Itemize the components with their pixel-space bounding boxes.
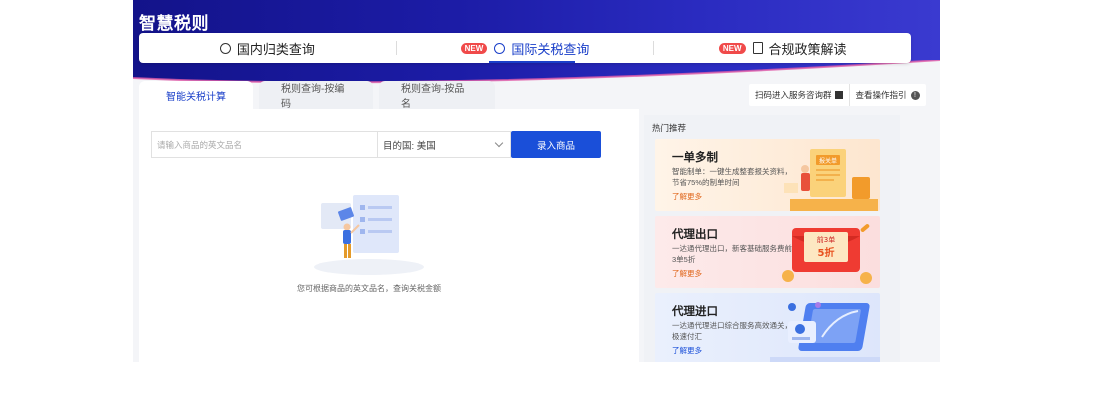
destination-label: 目的国: [383, 140, 415, 152]
scan-group-link[interactable]: 扫码进入服务咨询群 [749, 84, 850, 106]
top-navigation: 国内归类查询 NEW 国际关税查询 NEW 合规政策解读 [139, 33, 911, 63]
guide-bar: 扫码进入服务咨询群 查看操作指引 ! [749, 84, 926, 106]
new-badge: NEW [460, 42, 488, 54]
globe-icon [219, 42, 231, 54]
nav-international-tariff[interactable]: NEW 国际关税查询 [397, 33, 654, 63]
learn-more-link[interactable]: 了解更多 [672, 191, 702, 202]
add-product-button[interactable]: 录入商品 [511, 131, 601, 158]
brand-title: 智慧税则 [139, 14, 209, 33]
recommendation-title: 热门推荐 [652, 123, 687, 133]
tab-smart-tariff[interactable]: 智能关税计算 [139, 81, 253, 109]
search-bar: 请输入商品的英文品名 目的国: 美国 录入商品 [151, 131, 601, 158]
card-tag: 5折 [818, 246, 835, 259]
globe-icon [494, 42, 506, 54]
empty-state-text: 您可根据商品的英文品名，查询关税金额 [297, 284, 441, 293]
promo-card-export[interactable]: 代理出口 一达通代理出口，新客基础服务费前3单5折 了解更多 前3单 5折 [655, 216, 880, 288]
tab-bar: 智能关税计算 税则查询-按编码 税则查询-按品名 [139, 81, 495, 110]
new-badge: NEW [718, 42, 746, 54]
app-frame: 智慧税则 国内归类查询 NEW 国际关税查询 NEW 合规政策解读 智能关税计算… [133, 0, 940, 362]
document-illustration: 报关单 [784, 149, 878, 211]
info-icon: ! [910, 90, 920, 100]
document-icon [752, 42, 763, 54]
promo-card-import[interactable]: 代理进口 一达通代理进口综合服务高效通关，极速付汇 了解更多 [655, 293, 880, 362]
help-guide-link[interactable]: 查看操作指引 ! [850, 89, 926, 101]
destination-select[interactable]: 目的国: 美国 [377, 131, 511, 158]
qr-code-icon [834, 91, 843, 99]
learn-more-link[interactable]: 了解更多 [672, 268, 702, 279]
tab-query-by-name[interactable]: 税则查询-按品名 [379, 81, 495, 110]
red-envelope-illustration: 前3单 5折 [782, 224, 872, 284]
nav-compliance-policy[interactable]: NEW 合规政策解读 [654, 33, 911, 63]
nav-domestic-classification[interactable]: 国内归类查询 [139, 33, 396, 63]
product-name-input[interactable]: 请输入商品的英文品名 [151, 131, 377, 158]
card-tag: 前3单 [817, 235, 835, 244]
learn-more-link[interactable]: 了解更多 [672, 345, 702, 356]
card-tag: 报关单 [819, 157, 837, 165]
empty-state-illustration [314, 195, 424, 275]
promo-card-document[interactable]: 一单多制 智能制单：一键生成整套报关资料，节省75%的制单时间 了解更多 报关单 [655, 139, 880, 211]
import-illustration [770, 302, 880, 362]
recommendation-panel: 热门推荐 一单多制 智能制单：一键生成整套报关资料，节省75%的制单时间 了解更… [644, 115, 900, 362]
tab-query-by-code[interactable]: 税则查询-按编码 [259, 81, 373, 110]
main-panel: 请输入商品的英文品名 目的国: 美国 录入商品 您可根据商品的英文品名，查询关税… [139, 109, 639, 362]
chevron-down-icon [494, 138, 504, 148]
destination-value: 美国 [416, 140, 436, 152]
